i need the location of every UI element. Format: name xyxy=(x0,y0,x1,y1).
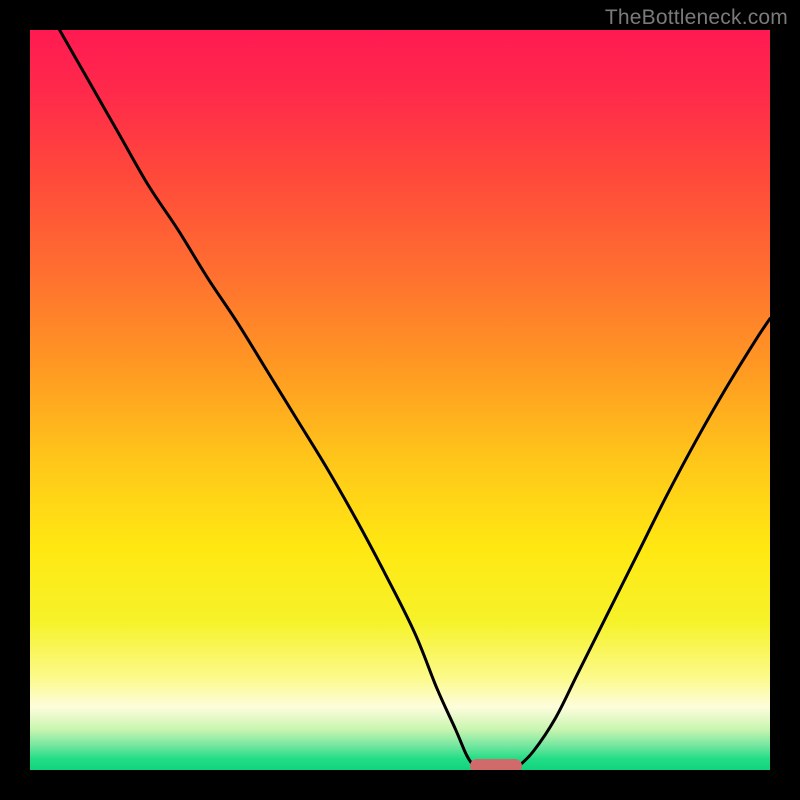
plot-area xyxy=(30,30,770,770)
optimal-range-marker xyxy=(470,759,522,770)
watermark-text: TheBottleneck.com xyxy=(605,6,788,30)
chart-frame: TheBottleneck.com xyxy=(0,0,800,800)
bottleneck-curve xyxy=(30,30,770,770)
